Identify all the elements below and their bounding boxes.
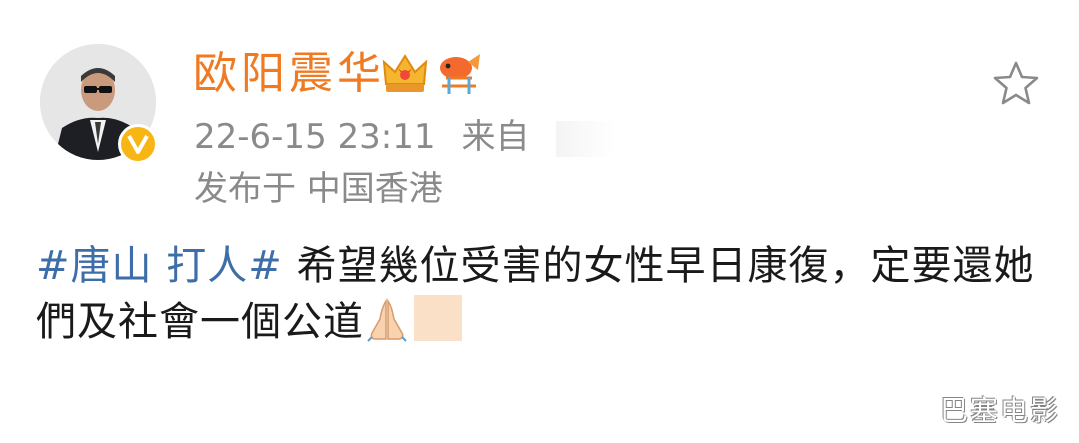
star-outline-icon[interactable]: [990, 58, 1042, 110]
post-meta: 22-6-15 23:11 来自: [194, 114, 616, 160]
post-location: 发布于 中国香港: [194, 169, 443, 209]
source-prefix: 来自: [461, 117, 530, 157]
username[interactable]: 欧阳震华: [193, 46, 385, 102]
verified-v-icon: [118, 124, 158, 164]
folded-hands-icon: [364, 297, 410, 343]
weibo-post-card: 欧阳震华 22-6-15 23:11 来自 发布于 中国香港 #唐山 打人# 希望…: [0, 0, 1079, 443]
watermark: 巴塞电影: [940, 394, 1061, 427]
skin-tone-modifier-icon: [414, 295, 462, 341]
post-content: #唐山 打人# 希望幾位受害的女性早日康復，定要還她們及社會一個公道: [36, 238, 1036, 350]
koi-badge-icon[interactable]: [434, 48, 484, 98]
post-timestamp: 22-6-15 23:11: [194, 117, 436, 157]
post-source: 来自: [462, 117, 616, 157]
topic-link[interactable]: #唐山 打人#: [36, 243, 283, 289]
crown-badge-icon[interactable]: [380, 48, 430, 98]
source-redacted: [555, 120, 616, 157]
